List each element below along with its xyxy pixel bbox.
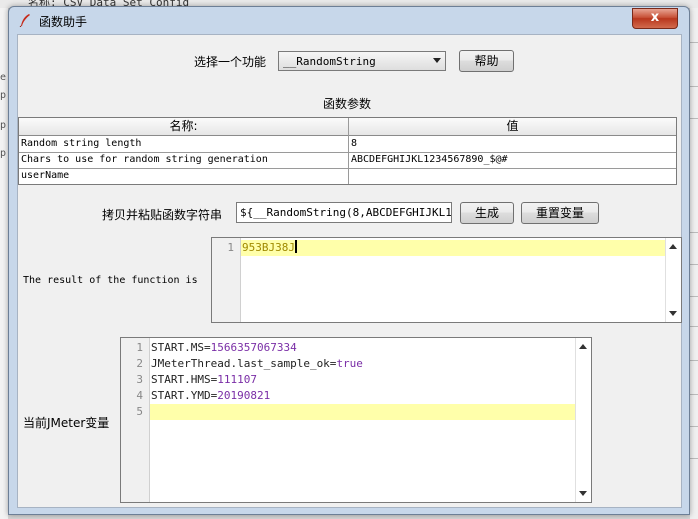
line-number: 4 bbox=[136, 389, 143, 402]
result-line: 953BJ38J bbox=[242, 240, 297, 254]
variables-scrollbar[interactable] bbox=[575, 338, 591, 502]
param-value-cell[interactable]: 8 bbox=[349, 136, 675, 152]
param-name-cell: Random string length bbox=[21, 138, 142, 149]
scroll-up-icon[interactable] bbox=[579, 344, 587, 349]
line-number: 5 bbox=[136, 405, 143, 418]
variables-editor[interactable]: 1 2 3 4 5 START.MS=1566357067334 JMeterT… bbox=[120, 337, 592, 503]
function-select-label: 选择一个功能 bbox=[194, 55, 267, 69]
copy-paste-label: 拷贝并粘贴函数字符串 bbox=[102, 208, 223, 222]
params-header-name: 名称: bbox=[19, 118, 348, 136]
variable-line: START.MS=1566357067334 bbox=[151, 341, 297, 354]
scroll-up-icon[interactable] bbox=[669, 244, 677, 249]
result-editor[interactable]: 1 953BJ38J bbox=[211, 237, 682, 323]
param-value-cell[interactable]: ABCDEFGHIJKL1234567890_$@# bbox=[349, 152, 675, 168]
reset-variables-button[interactable]: 重置变量 bbox=[521, 202, 599, 224]
window-title: 函数助手 bbox=[39, 15, 88, 29]
line-number: 1 bbox=[136, 341, 143, 354]
line-number: 1 bbox=[227, 241, 234, 254]
line-number: 2 bbox=[136, 357, 143, 370]
background-left-panel: e p p p bbox=[0, 8, 8, 519]
close-button[interactable]: x bbox=[632, 8, 678, 29]
chevron-down-icon bbox=[433, 58, 441, 63]
scroll-down-icon[interactable] bbox=[669, 311, 677, 316]
title-bar[interactable]: 函数助手 x bbox=[9, 7, 689, 33]
result-label: The result of the function is bbox=[23, 275, 198, 286]
dialog-content: 选择一个功能 __RandomString 帮助 函数参数 名称: 值 Rand… bbox=[17, 34, 682, 508]
variable-line: START.HMS=111107 bbox=[151, 373, 257, 386]
param-name-cell: Chars to use for random string generatio… bbox=[21, 154, 268, 165]
generate-button[interactable]: 生成 bbox=[460, 202, 514, 224]
variable-line: JMeterThread.last_sample_ok=true bbox=[151, 357, 363, 370]
function-select-dropdown[interactable]: __RandomString bbox=[278, 51, 446, 71]
params-header-value: 值 bbox=[349, 118, 676, 136]
background-right-panel bbox=[690, 8, 698, 519]
function-select-value: __RandomString bbox=[283, 55, 376, 68]
scroll-down-icon[interactable] bbox=[579, 491, 587, 496]
param-name-cell: userName bbox=[21, 170, 70, 181]
params-section-title: 函数参数 bbox=[323, 97, 372, 111]
params-table: 名称: 值 Random string length 8 Chars to us… bbox=[18, 117, 677, 185]
param-value-cell[interactable] bbox=[349, 168, 675, 184]
function-string-field[interactable]: ${__RandomString(8,ABCDEFGHIJKL1234 bbox=[236, 202, 452, 223]
feather-icon bbox=[19, 14, 30, 27]
function-helper-dialog: 函数助手 x 选择一个功能 __RandomString 帮助 函数参数 名称:… bbox=[8, 6, 690, 515]
help-button[interactable]: 帮助 bbox=[459, 50, 514, 72]
variable-line: START.YMD=20190821 bbox=[151, 389, 271, 402]
result-scrollbar[interactable] bbox=[665, 238, 681, 322]
variables-label: 当前JMeter变量 bbox=[23, 416, 110, 430]
line-number: 3 bbox=[136, 373, 143, 386]
